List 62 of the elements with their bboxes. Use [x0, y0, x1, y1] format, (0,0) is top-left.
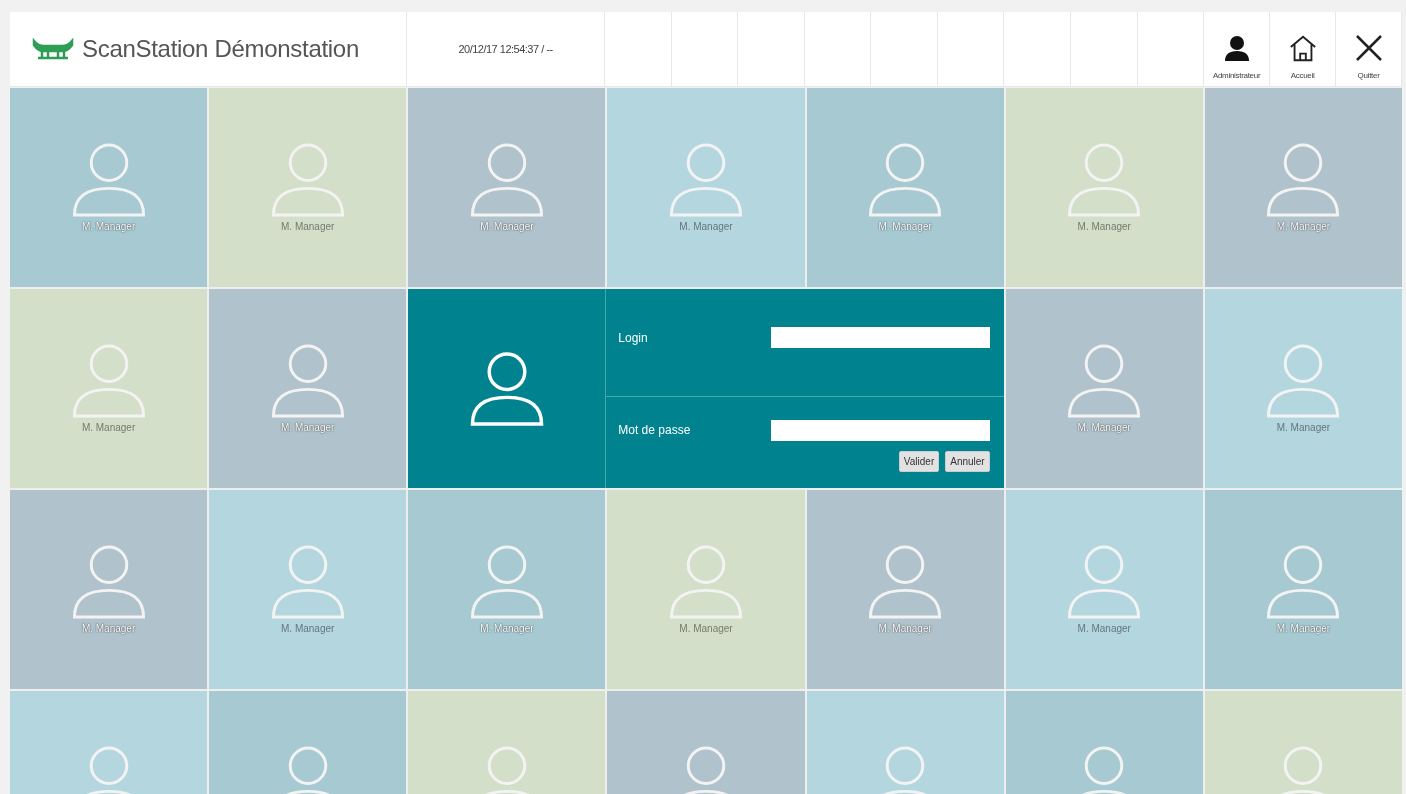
- person-icon: [270, 344, 345, 418]
- user-tile[interactable]: M. Manager: [10, 289, 208, 488]
- person-icon: [1067, 143, 1142, 217]
- person-icon: [469, 545, 544, 619]
- person-icon: [270, 545, 345, 619]
- user-tile[interactable]: M. Manager: [209, 490, 407, 689]
- user-name: M. Manager: [1276, 422, 1331, 433]
- person-icon: [469, 351, 544, 426]
- user-name: M. Manager: [679, 221, 733, 232]
- user-tile[interactable]: M. Manager: [607, 88, 805, 287]
- person-icon: [1067, 344, 1142, 418]
- form-button[interactable]: Valider: [898, 450, 940, 472]
- user-tile[interactable]: M. Manager: [1005, 289, 1203, 488]
- user-name: M. Manager: [679, 623, 733, 634]
- user-tile[interactable]: M. Manager: [10, 490, 208, 689]
- user-name: M. Manager: [281, 422, 335, 433]
- person-icon: [1266, 344, 1341, 418]
- person-icon: [1067, 545, 1142, 619]
- person-icon: [868, 545, 943, 619]
- person-icon: [669, 143, 743, 217]
- person-icon: [1266, 143, 1341, 217]
- user-tile[interactable]: M. Manager: [1005, 490, 1203, 689]
- login-field[interactable]: [771, 327, 990, 348]
- user-name: M. Manager: [81, 623, 136, 634]
- person-icon: [71, 545, 146, 619]
- user-tile[interactable]: M. Manager: [209, 88, 407, 287]
- person-icon: [71, 143, 146, 217]
- user-tile[interactable]: M. Manager: [1204, 289, 1402, 488]
- person-icon: [71, 344, 146, 418]
- user-icon: [1222, 35, 1251, 63]
- person-icon: [270, 143, 345, 217]
- logo-icon: [32, 37, 74, 61]
- user-name: M. Manager: [281, 623, 335, 634]
- user-name: M. Manager: [480, 221, 534, 232]
- user-name: M. Manager: [1276, 221, 1331, 232]
- user-name: M. Manager: [1077, 422, 1131, 433]
- home-icon: [1287, 33, 1318, 63]
- date-time: 20/12/17 12:54:37 / --: [458, 43, 553, 55]
- user-tile[interactable]: M. Manager: [1204, 88, 1402, 287]
- close-icon: [1353, 33, 1384, 63]
- user-tile[interactable]: M. Manager: [209, 289, 407, 488]
- person-icon: [669, 545, 743, 619]
- user-name: M. Manager: [878, 623, 932, 634]
- user-name: M. Manager: [878, 221, 932, 232]
- person-icon: [1266, 545, 1341, 619]
- user-name: M. Manager: [81, 422, 136, 433]
- user-name: M. Manager: [281, 221, 335, 232]
- user-name: M. Manager: [1276, 623, 1331, 634]
- password-label: Mot de passe: [618, 423, 692, 437]
- user-name: M. Manager: [1077, 221, 1131, 232]
- user-tile[interactable]: M. Manager: [607, 490, 805, 689]
- form-button[interactable]: Annuler: [945, 450, 990, 472]
- user-tile[interactable]: M. Manager: [1005, 88, 1203, 287]
- user-tile[interactable]: M. Manager: [408, 88, 606, 287]
- person-icon: [469, 143, 544, 217]
- person-icon: [868, 143, 943, 217]
- password-field[interactable]: [771, 419, 990, 441]
- user-name: M. Manager: [81, 221, 136, 232]
- login-label: Login: [618, 330, 649, 345]
- app-title: ScanStation Démonstation: [82, 35, 359, 63]
- user-name: M. Manager: [1077, 623, 1131, 634]
- user-name: M. Manager: [480, 623, 534, 634]
